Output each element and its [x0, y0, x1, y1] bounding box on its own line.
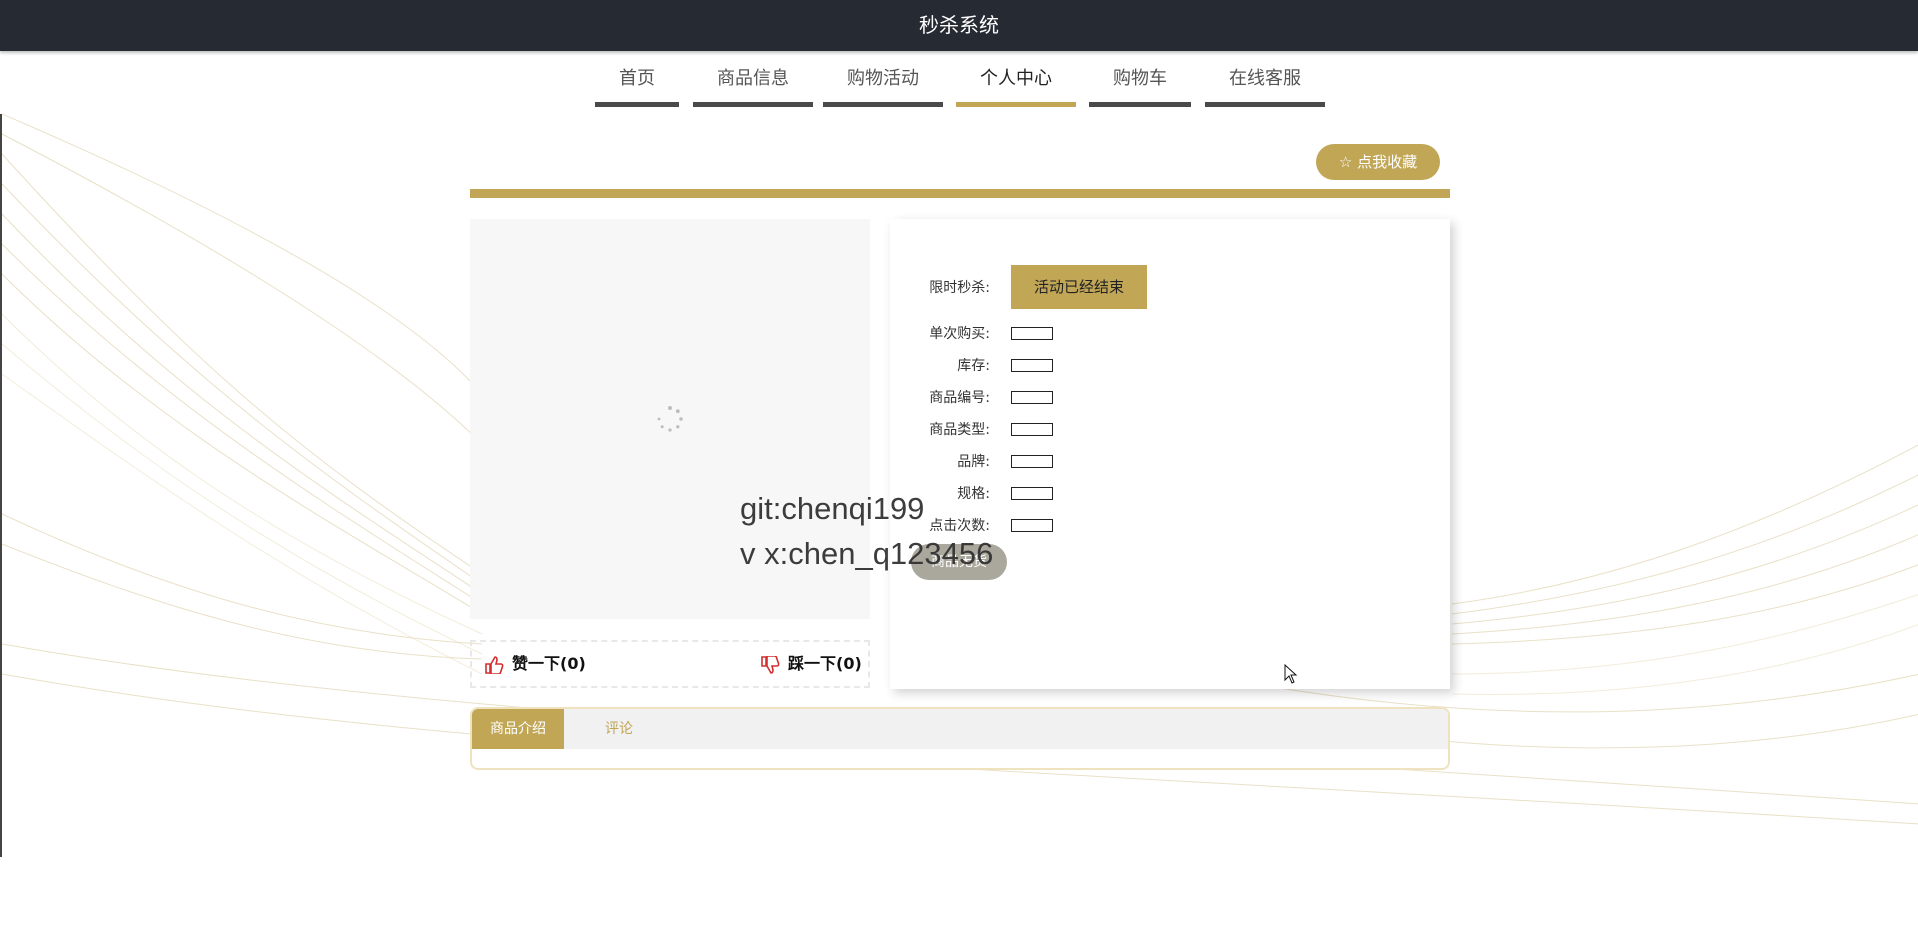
- nav-item-cart[interactable]: 购物车: [1089, 51, 1191, 107]
- watermark-line: v x:chen_q123456: [740, 536, 994, 571]
- field-value: [1011, 423, 1053, 436]
- like-label: 赞一下(0): [512, 654, 586, 673]
- field-value: [1011, 519, 1053, 532]
- field-label: 品牌:: [957, 454, 990, 470]
- tab-product-intro[interactable]: 商品介绍: [472, 709, 564, 749]
- tab-comments[interactable]: 评论: [564, 709, 674, 749]
- app-title: 秒杀系统: [919, 13, 999, 37]
- activity-status-button[interactable]: 活动已经结束: [1011, 265, 1147, 309]
- like-button[interactable]: 赞一下(0): [484, 642, 586, 686]
- field-label: 商品编号:: [929, 390, 990, 406]
- product-info-card: 限时秒杀: 活动已经结束 单次购买: 库存: 商品编号: 商品类型: 品牌: 规…: [890, 219, 1450, 689]
- dislike-button[interactable]: 踩一下(0): [760, 642, 862, 686]
- dislike-label: 踩一下(0): [788, 654, 862, 673]
- nav-item-profile[interactable]: 个人中心: [956, 51, 1076, 107]
- tab-header: 商品介绍 评论: [472, 709, 1448, 749]
- section-divider: [470, 189, 1450, 198]
- nav-item-activities[interactable]: 购物活动: [823, 51, 943, 107]
- thumbs-down-icon: [761, 654, 780, 674]
- app-header: 秒杀系统: [0, 0, 1918, 51]
- field-label: 单次购买:: [929, 326, 990, 342]
- loading-spinner-icon: [657, 406, 683, 432]
- nav-item-support[interactable]: 在线客服: [1205, 51, 1325, 107]
- field-value: [1011, 391, 1053, 404]
- main-nav: 首页 商品信息 购物活动 个人中心 购物车 在线客服: [0, 51, 1918, 107]
- favorite-button[interactable]: ☆ 点我收藏: [1316, 144, 1440, 180]
- flash-sale-label: 限时秒杀:: [929, 280, 990, 296]
- field-value: [1011, 455, 1053, 468]
- detail-tabs: 商品介绍 评论: [470, 707, 1450, 770]
- mouse-cursor-icon: [1284, 664, 1298, 684]
- nav-item-home[interactable]: 首页: [595, 51, 679, 107]
- field-value: [1011, 359, 1053, 372]
- field-value: [1011, 327, 1053, 340]
- nav-item-products[interactable]: 商品信息: [693, 51, 813, 107]
- vote-bar: 赞一下(0) 踩一下(0): [470, 640, 870, 688]
- watermark-line: git:chenqi199: [740, 491, 925, 526]
- thumbs-up-icon: [485, 655, 504, 675]
- field-label: 库存:: [957, 358, 990, 374]
- watermark-text: git:chenqi199 v x:chen_q123456: [740, 486, 993, 576]
- field-label: 商品类型:: [929, 422, 990, 438]
- field-value: [1011, 487, 1053, 500]
